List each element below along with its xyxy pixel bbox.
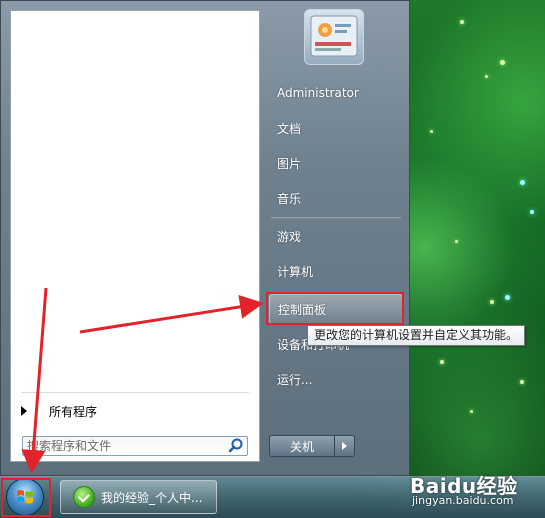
sparkle: [485, 75, 488, 78]
right-item-computer[interactable]: 计算机: [269, 256, 403, 286]
right-item-run[interactable]: 运行...: [269, 364, 403, 394]
annotation-box-control-panel: [266, 292, 404, 325]
shutdown-options-button[interactable]: [335, 435, 355, 457]
baidu-watermark: Baidu经验 jingyan.baidu.com: [410, 470, 540, 515]
annotation-box-start-button: [1, 478, 51, 517]
sparkle: [500, 60, 505, 65]
sparkle: [490, 300, 494, 304]
right-item-music[interactable]: 音乐: [269, 183, 403, 213]
right-item-pictures[interactable]: 图片: [269, 148, 403, 178]
all-programs-item[interactable]: 所有程序: [21, 400, 249, 422]
browser-app-icon: [73, 486, 95, 508]
triangle-right-icon: [21, 406, 27, 416]
sparkle: [440, 360, 444, 364]
sparkle: [470, 410, 473, 413]
start-menu: 所有程序 Administrator 文档 图片 音乐 游戏 计算机 控制: [0, 0, 410, 476]
triangle-right-icon: [342, 442, 347, 450]
right-item-administrator[interactable]: Administrator: [269, 78, 403, 108]
search-box[interactable]: [22, 436, 248, 456]
search-input[interactable]: [23, 437, 227, 455]
search-icon[interactable]: [227, 437, 245, 455]
sparkle: [530, 210, 534, 214]
right-item-games[interactable]: 游戏: [269, 221, 403, 251]
shutdown-group: 关机: [269, 435, 357, 457]
start-menu-left-pane: 所有程序: [10, 10, 260, 462]
control-panel-tooltip: 更改您的计算机设置并自定义其功能。: [307, 325, 526, 346]
all-programs-label: 所有程序: [49, 404, 98, 419]
sparkle: [460, 20, 464, 24]
sparkle: [430, 130, 433, 133]
taskbar-item-label: 我的经验_个人中...: [101, 490, 203, 505]
divider: [271, 217, 401, 219]
watermark-url: jingyan.baidu.com: [412, 494, 514, 507]
shutdown-button[interactable]: 关机: [269, 435, 335, 457]
right-item-documents[interactable]: 文档: [269, 113, 403, 143]
sparkle: [455, 240, 458, 243]
sparkle: [520, 180, 525, 185]
sparkle: [505, 295, 510, 300]
divider: [21, 392, 249, 393]
taskbar-item[interactable]: 我的经验_个人中...: [60, 480, 217, 514]
user-picture[interactable]: [304, 9, 364, 65]
sparkle: [520, 380, 524, 384]
